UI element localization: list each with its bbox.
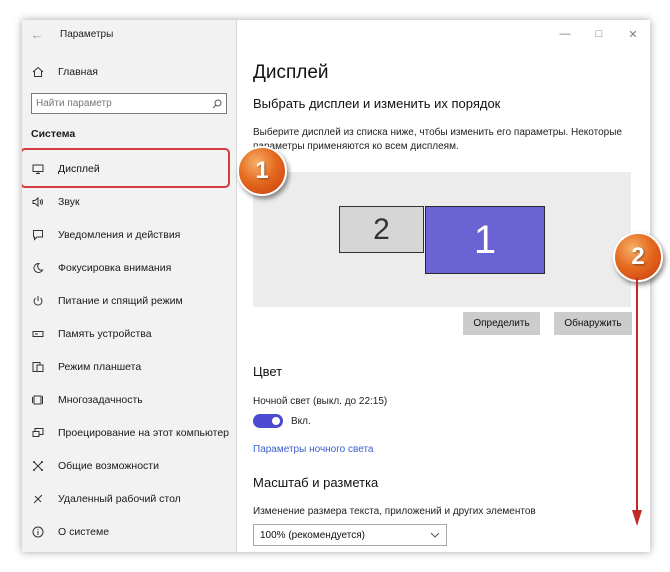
identify-button[interactable]: Определить bbox=[463, 312, 540, 335]
scroll-down-arrow-icon bbox=[632, 278, 642, 526]
sidebar-item-label: Общие возможности bbox=[58, 459, 159, 472]
arrange-displays-heading: Выбрать дисплеи и изменить их порядок bbox=[253, 96, 501, 111]
storage-icon bbox=[30, 326, 46, 342]
notification-icon bbox=[30, 227, 46, 243]
scale-dropdown-value: 100% (рекомендуется) bbox=[260, 529, 365, 541]
sidebar-item-notifications[interactable]: Уведомления и действия bbox=[22, 218, 236, 251]
sidebar-item-about[interactable]: О системе bbox=[22, 515, 236, 548]
night-light-toggle-row: Вкл. bbox=[253, 414, 311, 428]
section-title: Система bbox=[31, 128, 76, 140]
multitask-icon bbox=[30, 392, 46, 408]
sidebar-item-label: Многозадачность bbox=[58, 393, 143, 406]
sidebar-item-label: Звук bbox=[58, 195, 80, 208]
page-title: Дисплей bbox=[253, 62, 329, 83]
arrange-description: Выберите дисплей из списка ниже, чтобы и… bbox=[253, 127, 622, 152]
chevron-down-icon bbox=[430, 530, 440, 541]
remote-desktop-icon bbox=[30, 491, 46, 507]
step-badge-1: 1 bbox=[237, 146, 287, 196]
sidebar-item-label: Удаленный рабочий стол bbox=[58, 492, 181, 505]
sidebar-item-label: Память устройства bbox=[58, 327, 152, 340]
home-icon bbox=[30, 64, 46, 80]
minimize-icon: — bbox=[559, 28, 571, 40]
search-icon[interactable] bbox=[208, 99, 226, 109]
sidebar-item-remote-desktop[interactable]: Удаленный рабочий стол bbox=[22, 482, 236, 515]
scale-layout-heading: Масштаб и разметка bbox=[253, 475, 379, 490]
color-heading: Цвет bbox=[253, 364, 283, 379]
sidebar-item-label: Фокусировка внимания bbox=[58, 261, 172, 274]
sidebar-item-home[interactable]: Главная bbox=[22, 60, 236, 84]
sidebar-item-sound[interactable]: Звук bbox=[22, 185, 236, 218]
shared-icon bbox=[30, 458, 46, 474]
window-controls: — □ ✕ bbox=[548, 20, 650, 48]
sidebar-item-label: Главная bbox=[58, 66, 98, 78]
sidebar-item-power[interactable]: Питание и спящий режим bbox=[22, 284, 236, 317]
sidebar-item-storage[interactable]: Память устройства bbox=[22, 317, 236, 350]
maximize-icon: □ bbox=[595, 28, 603, 40]
close-icon: ✕ bbox=[628, 28, 638, 41]
sidebar-item-focus[interactable]: Фокусировка внимания bbox=[22, 251, 236, 284]
sidebar-item-label: Питание и спящий режим bbox=[58, 294, 183, 307]
toggle-state-label: Вкл. bbox=[291, 415, 311, 427]
sidebar-item-tablet[interactable]: Режим планшета bbox=[22, 350, 236, 383]
toggle-knob bbox=[272, 417, 280, 425]
night-light-label: Ночной свет (выкл. до 22:15) bbox=[253, 396, 388, 407]
night-light-settings-link[interactable]: Параметры ночного света bbox=[253, 444, 373, 455]
app-title: Параметры bbox=[60, 28, 114, 40]
scale-description: Изменение размера текста, приложений и д… bbox=[253, 506, 536, 517]
title-bar: ← Параметры bbox=[22, 20, 236, 48]
projection-icon bbox=[30, 425, 46, 441]
info-icon bbox=[30, 524, 46, 540]
sidebar-item-multitasking[interactable]: Многозадачность bbox=[22, 383, 236, 416]
monitor-1[interactable]: 1 bbox=[425, 206, 545, 274]
speaker-icon bbox=[30, 194, 46, 210]
power-icon bbox=[30, 293, 46, 309]
sidebar: ← Параметры Главная Система Дисплей bbox=[22, 20, 237, 552]
sidebar-item-label: О системе bbox=[58, 525, 110, 538]
back-arrow-icon: ← bbox=[30, 26, 44, 42]
back-button[interactable]: ← bbox=[24, 21, 50, 47]
display-arrangement-area: 2 1 bbox=[253, 172, 631, 307]
tablet-icon bbox=[30, 359, 46, 375]
monitor-2[interactable]: 2 bbox=[339, 206, 424, 253]
scale-dropdown[interactable]: 100% (рекомендуется) bbox=[253, 524, 447, 546]
display-highlight-frame bbox=[22, 148, 230, 188]
sidebar-item-shared[interactable]: Общие возможности bbox=[22, 449, 236, 482]
search-field[interactable] bbox=[31, 93, 227, 114]
sidebar-item-label: Проецирование на этот компьютер bbox=[58, 426, 229, 439]
detect-button[interactable]: Обнаружить bbox=[554, 312, 632, 335]
step-badge-2: 2 bbox=[613, 232, 663, 282]
sidebar-item-label: Уведомления и действия bbox=[58, 228, 181, 241]
night-light-toggle[interactable] bbox=[253, 414, 283, 428]
settings-window: ← Параметры Главная Система Дисплей bbox=[22, 20, 650, 552]
search-input[interactable] bbox=[32, 94, 208, 113]
minimize-button[interactable]: — bbox=[548, 20, 582, 48]
sidebar-item-label: Режим планшета bbox=[58, 360, 142, 373]
sidebar-item-projection[interactable]: Проецирование на этот компьютер bbox=[22, 416, 236, 449]
close-button[interactable]: ✕ bbox=[616, 20, 650, 48]
main-content: — □ ✕ Дисплей Выбрать дисплеи и изменить… bbox=[237, 20, 650, 552]
maximize-button[interactable]: □ bbox=[582, 20, 616, 48]
moon-icon bbox=[30, 260, 46, 276]
nav-list: Дисплей Звук Уведомления и действия Фоку… bbox=[22, 152, 236, 548]
